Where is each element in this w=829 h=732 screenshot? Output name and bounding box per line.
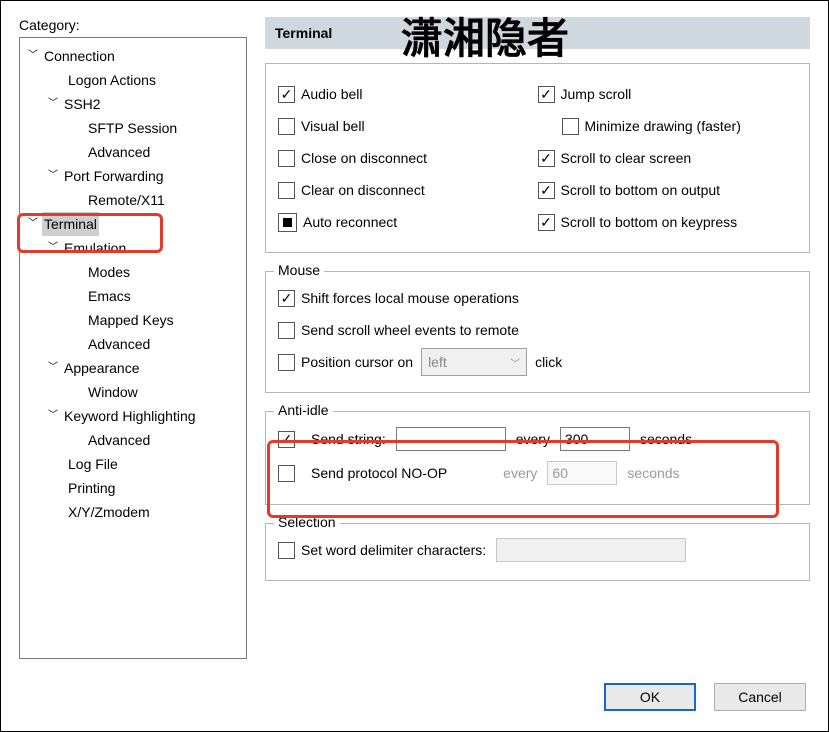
word-delimiter-label: Set word delimiter characters: <box>301 542 486 558</box>
noop-interval-input <box>547 461 617 485</box>
position-cursor-label: Position cursor on <box>301 354 413 370</box>
scroll-clear-label: Scroll to clear screen <box>561 150 692 166</box>
minimize-drawing-label: Minimize drawing (faster) <box>585 118 741 134</box>
scroll-bottom-keypress-checkbox[interactable] <box>538 214 555 231</box>
jump-scroll-label: Jump scroll <box>561 86 632 102</box>
category-label: Category: <box>19 17 247 33</box>
chevron-down-icon: ﹀ <box>510 355 520 370</box>
tree-item-advanced-ssh2[interactable]: Advanced <box>22 140 244 164</box>
every-label-2: every <box>503 465 537 481</box>
tree-item-advanced-keyword[interactable]: Advanced <box>22 428 244 452</box>
tree-item-terminal[interactable]: ﹀Terminal <box>22 212 244 236</box>
send-wheel-label: Send scroll wheel events to remote <box>301 322 519 338</box>
settings-panel: Terminal Audio bell Visual bell Close on… <box>265 17 810 657</box>
tree-item-sftp-session[interactable]: SFTP Session <box>22 116 244 140</box>
send-string-checkbox[interactable] <box>278 431 295 448</box>
tree-item-log-file[interactable]: Log File <box>22 452 244 476</box>
clear-on-disconnect-checkbox[interactable] <box>278 182 295 199</box>
send-string-label: Send string: <box>311 431 386 447</box>
scroll-bottom-output-checkbox[interactable] <box>538 182 555 199</box>
selection-group-title: Selection <box>274 514 340 530</box>
anti-idle-group: Anti-idle Send string: every seconds Sen… <box>265 411 810 505</box>
tree-item-logon-actions[interactable]: Logon Actions <box>22 68 244 92</box>
tree-item-ssh2[interactable]: ﹀SSH2 <box>22 92 244 116</box>
chevron-down-icon: ﹀ <box>46 164 60 188</box>
tree-item-xyzmodem[interactable]: X/Y/Zmodem <box>22 500 244 524</box>
chevron-down-icon: ﹀ <box>46 92 60 116</box>
chevron-down-icon: ﹀ <box>26 44 40 68</box>
tree-item-printing[interactable]: Printing <box>22 476 244 500</box>
scroll-bottom-output-label: Scroll to bottom on output <box>561 182 721 198</box>
send-string-input[interactable] <box>396 427 506 451</box>
mouse-group: Mouse Shift forces local mouse operation… <box>265 271 810 393</box>
scroll-bottom-keypress-label: Scroll to bottom on keypress <box>561 214 738 230</box>
chevron-down-icon: ﹀ <box>46 356 60 380</box>
tree-item-modes[interactable]: Modes <box>22 260 244 284</box>
panel-title: Terminal <box>265 17 810 49</box>
chevron-down-icon: ﹀ <box>46 404 60 428</box>
minimize-drawing-checkbox[interactable] <box>562 118 579 135</box>
send-noop-checkbox[interactable] <box>278 465 295 482</box>
tree-item-emacs[interactable]: Emacs <box>22 284 244 308</box>
send-string-interval-input[interactable] <box>560 427 630 451</box>
tree-item-advanced-emulation[interactable]: Advanced <box>22 332 244 356</box>
cancel-button[interactable]: Cancel <box>714 683 806 711</box>
anti-idle-group-title: Anti-idle <box>274 402 333 418</box>
position-cursor-combo[interactable]: left ﹀ <box>421 348 527 376</box>
mouse-group-title: Mouse <box>274 262 324 278</box>
selection-group: Selection Set word delimiter characters: <box>265 523 810 581</box>
seconds-label-1: seconds <box>640 431 692 447</box>
audio-bell-label: Audio bell <box>301 86 363 102</box>
seconds-label-2: seconds <box>627 465 679 481</box>
clear-on-disconnect-label: Clear on disconnect <box>301 182 425 198</box>
close-on-disconnect-label: Close on disconnect <box>301 150 427 166</box>
every-label-1: every <box>516 431 550 447</box>
chevron-down-icon: ﹀ <box>26 212 40 236</box>
auto-reconnect-label: Auto reconnect <box>303 214 397 230</box>
click-suffix-label: click <box>535 354 562 370</box>
dialog-footer: OK Cancel <box>604 683 806 711</box>
category-sidebar: Category: ﹀Connection Logon Actions ﹀SSH… <box>19 17 247 657</box>
jump-scroll-checkbox[interactable] <box>538 86 555 103</box>
shift-local-mouse-label: Shift forces local mouse operations <box>301 290 519 306</box>
auto-reconnect-checkbox[interactable] <box>278 213 297 232</box>
word-delimiter-checkbox[interactable] <box>278 542 295 559</box>
close-on-disconnect-checkbox[interactable] <box>278 150 295 167</box>
scroll-clear-checkbox[interactable] <box>538 150 555 167</box>
category-tree[interactable]: ﹀Connection Logon Actions ﹀SSH2 SFTP Ses… <box>19 37 247 659</box>
chevron-down-icon: ﹀ <box>46 236 60 260</box>
send-noop-label: Send protocol NO-OP <box>311 465 447 481</box>
audio-bell-checkbox[interactable] <box>278 86 295 103</box>
send-wheel-checkbox[interactable] <box>278 322 295 339</box>
tree-item-connection[interactable]: ﹀Connection <box>22 44 244 68</box>
visual-bell-checkbox[interactable] <box>278 118 295 135</box>
tree-item-emulation[interactable]: ﹀Emulation <box>22 236 244 260</box>
terminal-options-group: Audio bell Visual bell Close on disconne… <box>265 63 810 253</box>
position-cursor-checkbox[interactable] <box>278 354 295 371</box>
tree-item-mapped-keys[interactable]: Mapped Keys <box>22 308 244 332</box>
visual-bell-label: Visual bell <box>301 118 365 134</box>
settings-dialog: 潇湘隐者 Category: ﹀Connection Logon Actions… <box>0 0 829 732</box>
tree-item-appearance[interactable]: ﹀Appearance <box>22 356 244 380</box>
tree-item-window[interactable]: Window <box>22 380 244 404</box>
shift-local-mouse-checkbox[interactable] <box>278 290 295 307</box>
ok-button[interactable]: OK <box>604 683 696 711</box>
tree-item-keyword-highlighting[interactable]: ﹀Keyword Highlighting <box>22 404 244 428</box>
tree-item-port-forwarding[interactable]: ﹀Port Forwarding <box>22 164 244 188</box>
tree-item-remote-x11[interactable]: Remote/X11 <box>22 188 244 212</box>
word-delimiter-input <box>496 538 686 562</box>
position-cursor-value: left <box>428 354 447 370</box>
